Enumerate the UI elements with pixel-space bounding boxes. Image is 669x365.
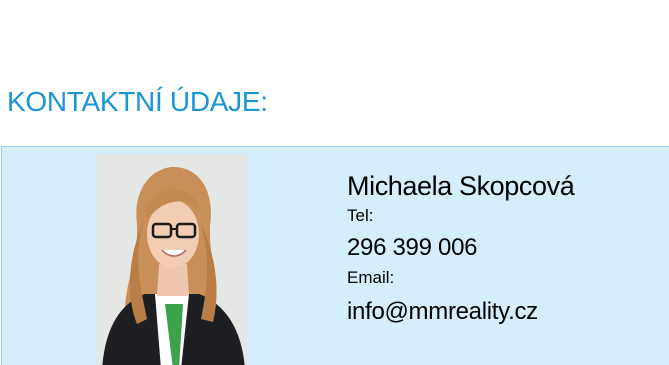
contact-card: Michaela Skopcová Tel: 296 399 006 Email… [1,146,669,365]
contact-page: KONTAKTNÍ ÚDAJE: Michaela Skopcová Tel: … [0,0,669,365]
tel-value[interactable]: 296 399 006 [347,231,574,265]
email-label: Email: [347,268,395,287]
contact-info: Michaela Skopcová Tel: 296 399 006 Email… [347,169,575,329]
agent-photo-image [97,154,247,365]
agent-photo [97,154,247,365]
section-title: KONTAKTNÍ ÚDAJE: [7,86,268,117]
email-value[interactable]: info@mmreality.cz [347,295,574,329]
tel-label: Tel: [347,206,374,225]
contact-name: Michaela Skopcová [347,171,575,201]
